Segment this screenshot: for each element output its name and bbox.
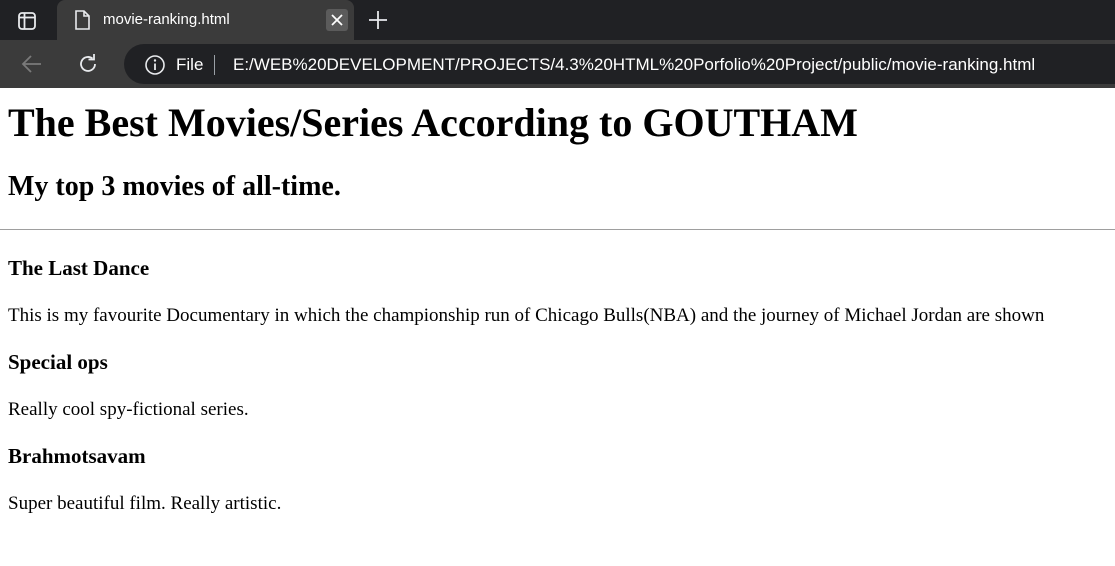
file-icon xyxy=(73,10,91,30)
plus-icon[interactable] xyxy=(367,9,389,31)
tab-title: movie-ranking.html xyxy=(103,11,230,28)
address-separator xyxy=(214,55,215,75)
movie-title: Brahmotsavam xyxy=(8,444,146,468)
address-scheme-label: File xyxy=(176,55,204,74)
browser-tab[interactable]: movie-ranking.html xyxy=(57,0,354,40)
address-bar[interactable]: File E:/WEB%20DEVELOPMENT/PROJECTS/4.3%2… xyxy=(124,44,1115,84)
divider xyxy=(0,229,1115,230)
reload-icon[interactable] xyxy=(76,52,100,76)
back-arrow-icon[interactable] xyxy=(20,52,44,76)
movie-title: The Last Dance xyxy=(8,256,150,280)
movie-description: Really cool spy-fictional series. xyxy=(8,399,249,420)
tab-bar: movie-ranking.html xyxy=(0,0,1115,40)
tab-actions-icon[interactable] xyxy=(16,10,38,32)
movie-description: Super beautiful film. Really artistic. xyxy=(8,493,282,514)
movie-title: Special ops xyxy=(8,350,108,374)
address-url[interactable]: E:/WEB%20DEVELOPMENT/PROJECTS/4.3%20HTML… xyxy=(233,55,1035,75)
movie-description: This is my favourite Documentary in whic… xyxy=(8,305,1045,326)
navigation-toolbar: File E:/WEB%20DEVELOPMENT/PROJECTS/4.3%2… xyxy=(0,40,1115,88)
page-subtitle: My top 3 movies of all-time. xyxy=(8,171,341,202)
page-content: The Best Movies/Series According to GOUT… xyxy=(0,99,1115,515)
close-icon[interactable] xyxy=(326,9,348,31)
page-title: The Best Movies/Series According to GOUT… xyxy=(8,100,858,145)
info-icon[interactable] xyxy=(144,54,166,76)
